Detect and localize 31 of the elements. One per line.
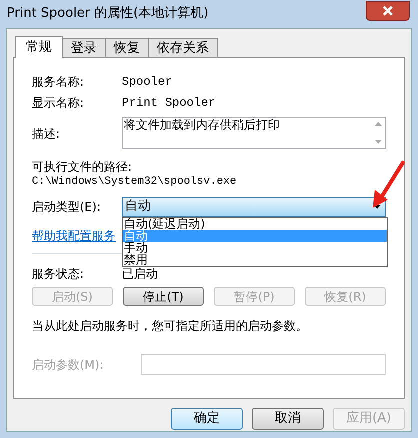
scroll-down-icon[interactable] xyxy=(374,140,382,144)
tab[interactable]: 依存关系 xyxy=(149,38,218,57)
field-label: 显示名称: xyxy=(32,95,86,112)
note-text: 当从此处启动服务时，您可指定所适用的启动参数。 xyxy=(32,318,309,334)
field-label: 可执行文件的路径: xyxy=(32,159,134,175)
tab[interactable]: 登录 xyxy=(63,38,106,57)
annotation-arrow-drawing xyxy=(373,161,405,208)
close-icon xyxy=(382,6,394,16)
field-value: Print Spooler xyxy=(122,95,216,112)
scroll-up-icon[interactable] xyxy=(374,122,382,126)
field-label: 服务状态: xyxy=(32,266,86,283)
field-label: 描述: xyxy=(32,126,62,143)
help-link[interactable]: 帮助我配置服务 xyxy=(32,227,116,245)
dialog-button[interactable]: 取消 xyxy=(252,408,324,430)
field-label: 启动类型(E): xyxy=(32,199,102,216)
field-value: 已启动 xyxy=(122,266,158,283)
dropdown-option[interactable]: 手动 xyxy=(123,242,387,254)
dialog-button[interactable]: 确定 xyxy=(171,408,243,430)
dropdown[interactable]: 自动 xyxy=(122,197,386,217)
dropdown-option[interactable]: 自动(延迟启动) xyxy=(123,218,387,230)
field-value: 将文件加载到内存供稍后打印 xyxy=(123,118,280,134)
field-value: Spooler xyxy=(122,74,172,91)
tab[interactable]: 恢复 xyxy=(106,38,149,57)
tab[interactable]: 常规 xyxy=(15,36,63,58)
path-text: C:\Windows\System32\spoolsv.exe xyxy=(32,175,238,189)
dropdown-option[interactable]: 禁用 xyxy=(123,254,387,266)
close-button[interactable] xyxy=(366,1,410,21)
field-label: 启动参数(M): xyxy=(32,356,105,374)
field-label: 服务名称: xyxy=(32,74,86,91)
service-button[interactable]: 停止(T) xyxy=(123,287,204,306)
window-title: Print Spooler 的属性(本地计算机) xyxy=(7,5,209,24)
